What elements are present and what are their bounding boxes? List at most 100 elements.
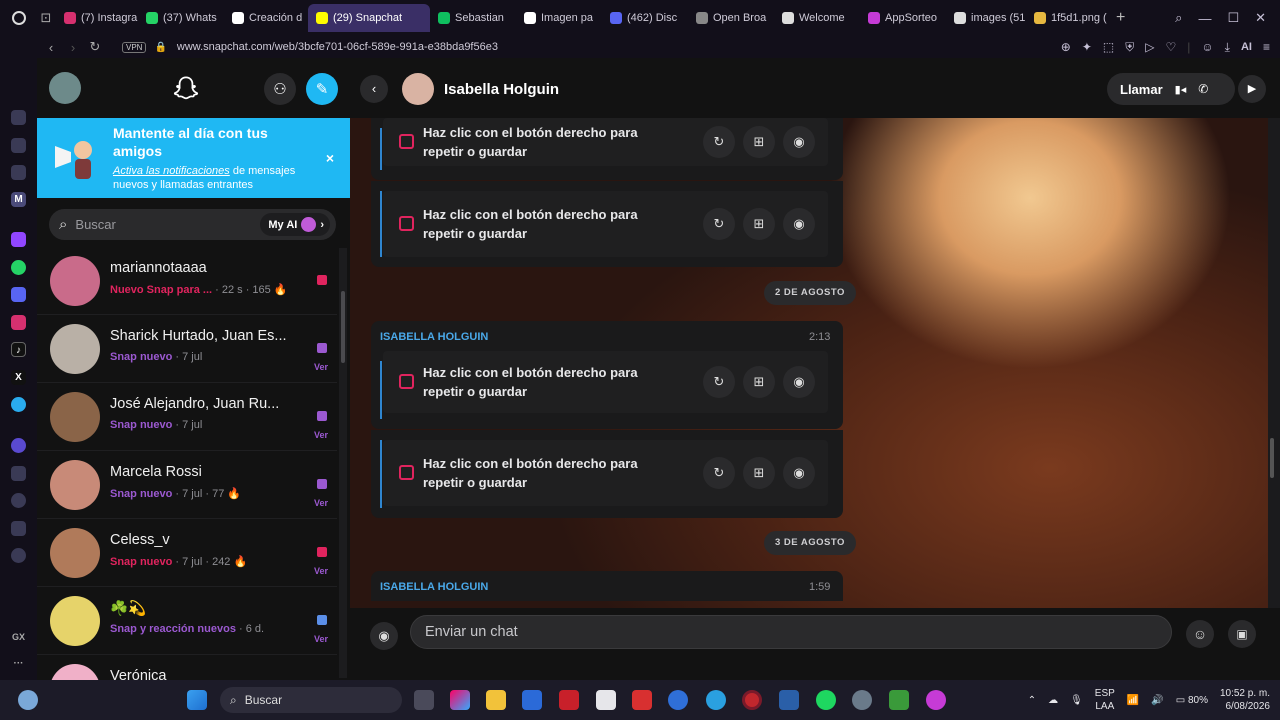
friend-avatar[interactable] — [50, 392, 100, 442]
app-l-icon[interactable] — [632, 690, 652, 710]
wifi-icon[interactable]: 📶 — [1127, 695, 1139, 706]
browser-tab[interactable]: (7) Instagra — [56, 4, 138, 32]
friend-avatar[interactable] — [50, 460, 100, 510]
snap-indicator-icon[interactable] — [317, 547, 327, 557]
m-icon[interactable]: M — [11, 192, 26, 207]
replay-icon[interactable]: ↻ — [703, 126, 735, 158]
pin-icon[interactable]: ✦ — [1082, 40, 1092, 54]
friend-row[interactable]: Celess_v Snap nuevo · 7 jul · 242 🔥 Ver — [37, 520, 337, 587]
tiktok-icon[interactable]: ♪ — [11, 342, 26, 357]
screenshot-camera-icon[interactable]: ◉ — [783, 208, 815, 240]
bookmarks-icon[interactable] — [11, 466, 26, 481]
opera-logo-icon[interactable] — [12, 11, 26, 25]
history-icon[interactable] — [11, 493, 26, 508]
friend-avatar[interactable] — [50, 324, 100, 374]
view-snap-button[interactable]: Ver — [314, 498, 328, 508]
replay-icon[interactable]: ↻ — [703, 208, 735, 240]
play-icon[interactable]: ▶ — [1238, 75, 1266, 103]
friend-row[interactable]: José Alejandro, Juan Ru... Snap nuevo · 7… — [37, 384, 337, 451]
player-icon[interactable] — [11, 165, 26, 180]
vpn-badge[interactable]: VPN — [122, 41, 147, 53]
file-explorer-icon[interactable] — [486, 690, 506, 710]
new-tab-button[interactable]: + — [1108, 4, 1133, 32]
shield-icon[interactable]: ⛨ — [1125, 40, 1134, 55]
chat-scroll-thumb[interactable] — [1270, 438, 1274, 478]
forward-icon[interactable]: › — [62, 40, 84, 55]
call-label[interactable]: Llamar — [1120, 82, 1163, 97]
app-blue-icon[interactable] — [779, 690, 799, 710]
snap-indicator-icon[interactable] — [317, 615, 327, 625]
browser-tab[interactable]: Creación d — [224, 4, 308, 32]
view-snap-button[interactable]: Ver — [314, 362, 328, 372]
replay-icon[interactable]: ↻ — [703, 457, 735, 489]
phone-icon[interactable]: ✆ — [1198, 82, 1208, 96]
onedrive-icon[interactable]: ☁ — [1048, 695, 1058, 706]
view-snap-button[interactable]: Ver — [314, 566, 328, 576]
browser-tab[interactable]: (37) Whats — [138, 4, 224, 32]
snap-indicator-icon[interactable] — [317, 275, 327, 285]
save-icon[interactable]: ⊞ — [743, 126, 775, 158]
instagram-icon[interactable] — [11, 315, 26, 330]
friend-row[interactable]: Marcela Rossi Snap nuevo · 7 jul · 77 🔥 Ve… — [37, 452, 337, 519]
menu-icon[interactable]: ≡ — [1263, 40, 1270, 54]
replay-icon[interactable]: ↻ — [703, 366, 735, 398]
browser-tab[interactable]: images (51 — [946, 4, 1026, 32]
new-chat-icon[interactable]: ✎ — [306, 73, 338, 105]
settings-icon[interactable] — [852, 690, 872, 710]
friend-list-scroll-thumb[interactable] — [341, 291, 345, 363]
gx-icon[interactable]: GX — [11, 630, 26, 645]
outlook-icon[interactable] — [668, 690, 688, 710]
minecraft-icon[interactable] — [889, 690, 909, 710]
tab-list-icon[interactable]: ⊡ — [36, 10, 56, 26]
app-icon[interactable] — [596, 690, 616, 710]
search-input[interactable]: ⌕ Buscar My AI › — [49, 209, 336, 240]
profile-icon[interactable]: ☺ — [1201, 40, 1213, 54]
save-icon[interactable]: ⊞ — [743, 208, 775, 240]
extensions-icon[interactable] — [11, 521, 26, 536]
friend-avatar[interactable] — [50, 528, 100, 578]
spaces-icon[interactable] — [11, 438, 26, 453]
store-icon[interactable] — [522, 690, 542, 710]
friend-row[interactable]: Verónica — [37, 656, 337, 680]
enable-notifications-link[interactable]: Activa las notificaciones — [113, 165, 230, 177]
snap-indicator-icon[interactable] — [317, 411, 327, 421]
snapshot-icon[interactable]: ⬚ — [1103, 40, 1114, 54]
snap-checkbox-icon[interactable] — [399, 134, 414, 149]
mic-icon[interactable]: 🎙 — [1070, 695, 1083, 706]
app-purple-icon[interactable] — [926, 690, 946, 710]
screenshot-camera-icon[interactable]: ◉ — [783, 457, 815, 489]
browser-tab[interactable]: 1f5d1.png ( — [1026, 4, 1108, 32]
my-avatar[interactable] — [49, 72, 81, 104]
windows-start-icon[interactable] — [187, 690, 207, 710]
clock[interactable]: 10:52 p. m. 6/08/2026 — [1220, 687, 1270, 713]
zoom-icon[interactable]: ⊕ — [1061, 40, 1071, 54]
screenshot-camera-icon[interactable]: ◉ — [783, 366, 815, 398]
send-icon[interactable]: ▷ — [1145, 40, 1154, 54]
crypto-wallet-icon[interactable] — [11, 138, 26, 153]
battery-indicator[interactable]: ▭ 80% — [1176, 695, 1208, 706]
spotify-icon[interactable] — [816, 690, 836, 710]
snap-message[interactable]: Haz clic con el botón derecho para repet… — [371, 430, 843, 518]
browser-tab[interactable]: Imagen pa — [516, 4, 602, 32]
friend-avatar[interactable] — [50, 596, 100, 646]
emoji-icon[interactable]: ☺ — [1186, 620, 1214, 648]
heart-icon[interactable]: ♡ — [1166, 40, 1177, 54]
language-indicator[interactable]: ESP LAA — [1095, 687, 1115, 713]
browser-tab[interactable]: Sebastian — [430, 4, 516, 32]
back-button[interactable]: ‹ — [360, 75, 388, 103]
snap-indicator-icon[interactable] — [317, 343, 327, 353]
browser-tab[interactable]: (462) Disc — [602, 4, 688, 32]
url-field[interactable]: www.snapchat.com/web/3bcfe701-06cf-589e-… — [177, 41, 498, 53]
save-icon[interactable]: ⊞ — [743, 457, 775, 489]
close-window-icon[interactable]: ✕ — [1255, 10, 1266, 26]
chat-input[interactable]: Enviar un chat — [410, 615, 1172, 649]
sticker-icon[interactable]: ▣ — [1228, 620, 1256, 648]
taskbar-search[interactable]: ⌕ Buscar — [220, 687, 402, 713]
friend-avatar[interactable] — [50, 664, 100, 680]
add-friend-icon[interactable]: ⚇ — [264, 73, 296, 105]
mcafee-icon[interactable] — [559, 690, 579, 710]
tray-chevron-icon[interactable]: ⌃ — [1028, 695, 1036, 706]
view-snap-button[interactable]: Ver — [314, 634, 328, 644]
settings-gear-icon[interactable] — [11, 548, 26, 563]
volume-icon[interactable]: 🔊 — [1151, 695, 1163, 706]
